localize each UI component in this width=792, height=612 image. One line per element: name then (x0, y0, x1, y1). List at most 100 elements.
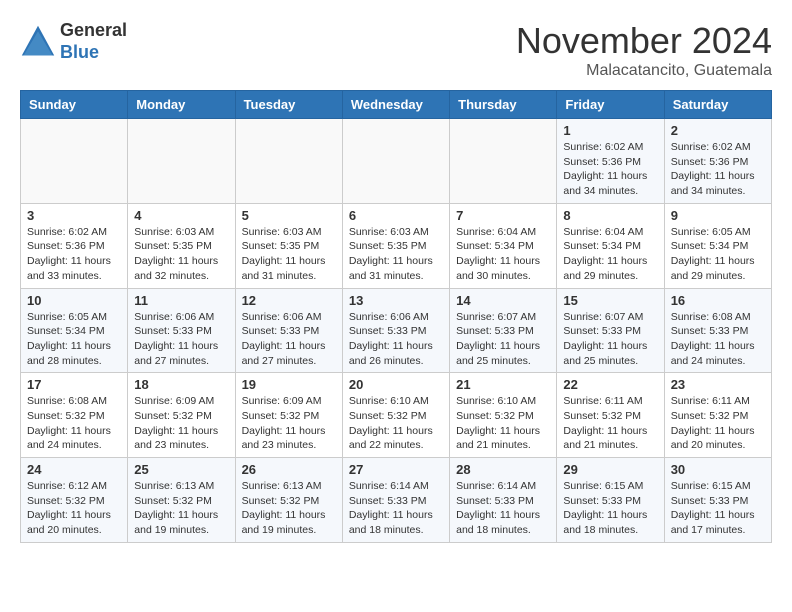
calendar-cell: 8 Sunrise: 6:04 AM Sunset: 5:34 PM Daylig… (557, 203, 664, 288)
day-info: Sunrise: 6:12 AM Sunset: 5:32 PM Dayligh… (27, 479, 121, 538)
day-info: Sunrise: 6:09 AM Sunset: 5:32 PM Dayligh… (134, 394, 228, 453)
calendar-cell: 1 Sunrise: 6:02 AM Sunset: 5:36 PM Daylig… (557, 119, 664, 204)
calendar-table: SundayMondayTuesdayWednesdayThursdayFrid… (20, 90, 772, 543)
calendar-cell: 30 Sunrise: 6:15 AM Sunset: 5:33 PM Dayli… (664, 458, 771, 543)
logo-text: General Blue (60, 20, 127, 63)
day-number: 29 (563, 462, 657, 477)
day-info: Sunrise: 6:10 AM Sunset: 5:32 PM Dayligh… (456, 394, 550, 453)
calendar-cell: 10 Sunrise: 6:05 AM Sunset: 5:34 PM Dayli… (21, 288, 128, 373)
day-info: Sunrise: 6:06 AM Sunset: 5:33 PM Dayligh… (349, 310, 443, 369)
day-info: Sunrise: 6:05 AM Sunset: 5:34 PM Dayligh… (27, 310, 121, 369)
day-info: Sunrise: 6:14 AM Sunset: 5:33 PM Dayligh… (349, 479, 443, 538)
calendar-week-4: 17 Sunrise: 6:08 AM Sunset: 5:32 PM Dayli… (21, 373, 772, 458)
logo-icon (20, 24, 56, 60)
calendar-cell: 16 Sunrise: 6:08 AM Sunset: 5:33 PM Dayli… (664, 288, 771, 373)
day-header-sunday: Sunday (21, 91, 128, 119)
calendar-header-row: SundayMondayTuesdayWednesdayThursdayFrid… (21, 91, 772, 119)
calendar-cell: 22Sunrise: 6:11 AM Sunset: 5:32 PM Dayli… (557, 373, 664, 458)
calendar-cell (235, 119, 342, 204)
day-header-friday: Friday (557, 91, 664, 119)
day-info: Sunrise: 6:02 AM Sunset: 5:36 PM Dayligh… (671, 140, 765, 199)
day-header-saturday: Saturday (664, 91, 771, 119)
day-info: Sunrise: 6:09 AM Sunset: 5:32 PM Dayligh… (242, 394, 336, 453)
day-info: Sunrise: 6:07 AM Sunset: 5:33 PM Dayligh… (563, 310, 657, 369)
calendar-cell: 17 Sunrise: 6:08 AM Sunset: 5:32 PM Dayli… (21, 373, 128, 458)
calendar-cell: 5Sunrise: 6:03 AM Sunset: 5:35 PM Daylig… (235, 203, 342, 288)
day-number: 8 (563, 208, 657, 223)
day-info: Sunrise: 6:10 AM Sunset: 5:32 PM Dayligh… (349, 394, 443, 453)
day-number: 1 (563, 123, 657, 138)
day-number: 10 (27, 293, 121, 308)
month-title: November 2024 (516, 20, 772, 62)
calendar-cell: 24 Sunrise: 6:12 AM Sunset: 5:32 PM Dayli… (21, 458, 128, 543)
day-number: 23 (671, 377, 765, 392)
day-number: 21 (456, 377, 550, 392)
calendar-cell: 4 Sunrise: 6:03 AM Sunset: 5:35 PM Daylig… (128, 203, 235, 288)
day-number: 22 (563, 377, 657, 392)
day-number: 28 (456, 462, 550, 477)
day-number: 6 (349, 208, 443, 223)
day-number: 25 (134, 462, 228, 477)
day-number: 27 (349, 462, 443, 477)
day-number: 26 (242, 462, 336, 477)
day-number: 4 (134, 208, 228, 223)
day-number: 11 (134, 293, 228, 308)
logo: General Blue (20, 20, 127, 63)
day-number: 3 (27, 208, 121, 223)
calendar-cell: 23 Sunrise: 6:11 AM Sunset: 5:32 PM Dayli… (664, 373, 771, 458)
day-info: Sunrise: 6:03 AM Sunset: 5:35 PM Dayligh… (349, 225, 443, 284)
day-info: Sunrise: 6:08 AM Sunset: 5:33 PM Dayligh… (671, 310, 765, 369)
calendar-week-5: 24 Sunrise: 6:12 AM Sunset: 5:32 PM Dayli… (21, 458, 772, 543)
day-info: Sunrise: 6:06 AM Sunset: 5:33 PM Dayligh… (242, 310, 336, 369)
day-info: Sunrise: 6:11 AM Sunset: 5:32 PM Dayligh… (671, 394, 765, 453)
day-number: 16 (671, 293, 765, 308)
calendar-cell: 29 Sunrise: 6:15 AM Sunset: 5:33 PM Dayli… (557, 458, 664, 543)
day-number: 19 (242, 377, 336, 392)
day-number: 24 (27, 462, 121, 477)
day-info: Sunrise: 6:15 AM Sunset: 5:33 PM Dayligh… (563, 479, 657, 538)
calendar-cell: 28Sunrise: 6:14 AM Sunset: 5:33 PM Dayli… (450, 458, 557, 543)
calendar-cell (342, 119, 449, 204)
day-number: 15 (563, 293, 657, 308)
day-number: 12 (242, 293, 336, 308)
day-info: Sunrise: 6:15 AM Sunset: 5:33 PM Dayligh… (671, 479, 765, 538)
day-number: 30 (671, 462, 765, 477)
calendar-week-1: 1 Sunrise: 6:02 AM Sunset: 5:36 PM Daylig… (21, 119, 772, 204)
day-number: 18 (134, 377, 228, 392)
day-number: 14 (456, 293, 550, 308)
calendar-cell: 14 Sunrise: 6:07 AM Sunset: 5:33 PM Dayli… (450, 288, 557, 373)
calendar-cell: 12 Sunrise: 6:06 AM Sunset: 5:33 PM Dayli… (235, 288, 342, 373)
day-number: 7 (456, 208, 550, 223)
day-header-wednesday: Wednesday (342, 91, 449, 119)
day-number: 17 (27, 377, 121, 392)
day-info: Sunrise: 6:13 AM Sunset: 5:32 PM Dayligh… (134, 479, 228, 538)
day-number: 5 (242, 208, 336, 223)
day-info: Sunrise: 6:13 AM Sunset: 5:32 PM Dayligh… (242, 479, 336, 538)
day-info: Sunrise: 6:03 AM Sunset: 5:35 PM Dayligh… (134, 225, 228, 284)
calendar-cell: 6 Sunrise: 6:03 AM Sunset: 5:35 PM Daylig… (342, 203, 449, 288)
day-header-tuesday: Tuesday (235, 91, 342, 119)
title-block: November 2024 Malacatancito, Guatemala (516, 20, 772, 80)
day-info: Sunrise: 6:08 AM Sunset: 5:32 PM Dayligh… (27, 394, 121, 453)
day-number: 9 (671, 208, 765, 223)
calendar-cell: 2 Sunrise: 6:02 AM Sunset: 5:36 PM Daylig… (664, 119, 771, 204)
calendar-cell: 13 Sunrise: 6:06 AM Sunset: 5:33 PM Dayli… (342, 288, 449, 373)
day-info: Sunrise: 6:05 AM Sunset: 5:34 PM Dayligh… (671, 225, 765, 284)
day-header-monday: Monday (128, 91, 235, 119)
day-number: 13 (349, 293, 443, 308)
calendar-cell: 11Sunrise: 6:06 AM Sunset: 5:33 PM Dayli… (128, 288, 235, 373)
calendar-week-2: 3 Sunrise: 6:02 AM Sunset: 5:36 PM Daylig… (21, 203, 772, 288)
day-info: Sunrise: 6:07 AM Sunset: 5:33 PM Dayligh… (456, 310, 550, 369)
day-info: Sunrise: 6:04 AM Sunset: 5:34 PM Dayligh… (563, 225, 657, 284)
day-info: Sunrise: 6:02 AM Sunset: 5:36 PM Dayligh… (563, 140, 657, 199)
day-header-thursday: Thursday (450, 91, 557, 119)
calendar-cell: 9 Sunrise: 6:05 AM Sunset: 5:34 PM Daylig… (664, 203, 771, 288)
location: Malacatancito, Guatemala (516, 62, 772, 80)
day-number: 2 (671, 123, 765, 138)
day-info: Sunrise: 6:04 AM Sunset: 5:34 PM Dayligh… (456, 225, 550, 284)
calendar-cell: 20Sunrise: 6:10 AM Sunset: 5:32 PM Dayli… (342, 373, 449, 458)
page-header: General Blue November 2024 Malacatancito… (20, 20, 772, 80)
calendar-cell: 19 Sunrise: 6:09 AM Sunset: 5:32 PM Dayli… (235, 373, 342, 458)
calendar-week-3: 10 Sunrise: 6:05 AM Sunset: 5:34 PM Dayli… (21, 288, 772, 373)
day-info: Sunrise: 6:02 AM Sunset: 5:36 PM Dayligh… (27, 225, 121, 284)
